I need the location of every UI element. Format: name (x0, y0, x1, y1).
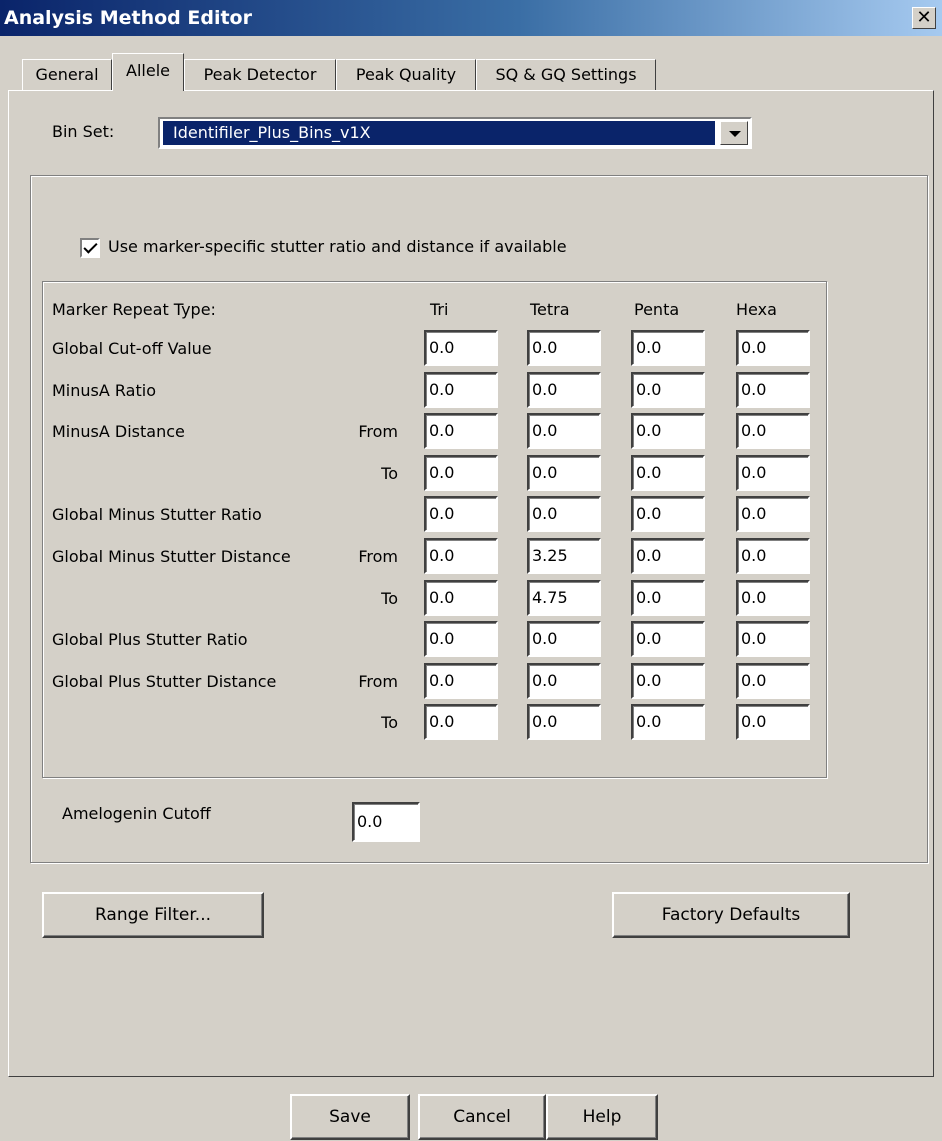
hexa-value-field[interactable]: 0.0 (736, 704, 810, 740)
column-header-penta: Penta (634, 300, 680, 319)
tetra-value-field[interactable]: 0.0 (527, 621, 601, 657)
row-sublabel: From (358, 422, 398, 441)
tetra-value-field[interactable]: 0.0 (527, 704, 601, 740)
tri-value-field[interactable]: 0.0 (424, 704, 498, 740)
tetra-value-field[interactable]: 0.0 (527, 413, 601, 449)
tetra-value-field[interactable]: 0.0 (527, 496, 601, 532)
chevron-down-icon[interactable] (720, 121, 748, 145)
row-sublabel: From (358, 547, 398, 566)
row-label: Global Plus Stutter Ratio (52, 630, 248, 649)
column-header-tetra: Tetra (530, 300, 570, 319)
marker-specific-stutter-checkbox[interactable] (80, 238, 100, 258)
hexa-value-field[interactable]: 0.0 (736, 413, 810, 449)
tri-value-field[interactable]: 0.0 (424, 455, 498, 491)
penta-value-field[interactable]: 0.0 (631, 455, 705, 491)
column-header-hexa: Hexa (736, 300, 777, 319)
marker-specific-stutter-label: Use marker-specific stutter ratio and di… (108, 237, 567, 256)
row-sublabel: To (381, 589, 398, 608)
penta-value-field[interactable]: 0.0 (631, 330, 705, 366)
tetra-value-field[interactable]: 0.0 (527, 663, 601, 699)
save-button[interactable]: Save (290, 1094, 410, 1140)
hexa-value-field[interactable]: 0.0 (736, 330, 810, 366)
window-title: Analysis Method Editor (4, 7, 252, 29)
tri-value-field[interactable]: 0.0 (424, 372, 498, 408)
tri-value-field[interactable]: 0.0 (424, 330, 498, 366)
penta-value-field[interactable]: 0.0 (631, 372, 705, 408)
marker-repeat-type-label: Marker Repeat Type: (52, 300, 216, 319)
tetra-value-field[interactable]: 0.0 (527, 455, 601, 491)
hexa-value-field[interactable]: 0.0 (736, 496, 810, 532)
amelogenin-cutoff-field[interactable]: 0.0 (352, 802, 420, 842)
hexa-value-field[interactable]: 0.0 (736, 538, 810, 574)
tab-allele[interactable]: Allele (112, 53, 184, 91)
tri-value-field[interactable]: 0.0 (424, 538, 498, 574)
close-button[interactable]: ✕ (912, 7, 936, 29)
bin-set-dropdown[interactable]: Identifiler_Plus_Bins_v1X (158, 117, 752, 149)
row-sublabel: To (381, 464, 398, 483)
row-label: MinusA Ratio (52, 381, 156, 400)
penta-value-field[interactable]: 0.0 (631, 413, 705, 449)
tri-value-field[interactable]: 0.0 (424, 621, 498, 657)
row-sublabel: From (358, 672, 398, 691)
bin-set-value: Identifiler_Plus_Bins_v1X (163, 121, 715, 145)
amelogenin-cutoff-label: Amelogenin Cutoff (62, 804, 211, 823)
tetra-value-field[interactable]: 3.25 (527, 538, 601, 574)
tetra-value-field[interactable]: 4.75 (527, 580, 601, 616)
hexa-value-field[interactable]: 0.0 (736, 372, 810, 408)
tab-peak-quality[interactable]: Peak Quality (336, 59, 476, 91)
penta-value-field[interactable]: 0.0 (631, 538, 705, 574)
cancel-button[interactable]: Cancel (418, 1094, 546, 1140)
penta-value-field[interactable]: 0.0 (631, 663, 705, 699)
row-label: MinusA Distance (52, 422, 185, 441)
tab-sq-gq-settings[interactable]: SQ & GQ Settings (476, 59, 656, 91)
bin-set-label: Bin Set: (52, 122, 115, 141)
penta-value-field[interactable]: 0.0 (631, 704, 705, 740)
row-sublabel: To (381, 713, 398, 732)
row-label: Global Minus Stutter Distance (52, 547, 291, 566)
tab-peak-detector[interactable]: Peak Detector (184, 59, 336, 91)
tri-value-field[interactable]: 0.0 (424, 580, 498, 616)
penta-value-field[interactable]: 0.0 (631, 496, 705, 532)
range-filter-button[interactable]: Range Filter... (42, 892, 264, 938)
row-label: Global Cut-off Value (52, 339, 212, 358)
hexa-value-field[interactable]: 0.0 (736, 663, 810, 699)
row-label: Global Minus Stutter Ratio (52, 505, 262, 524)
penta-value-field[interactable]: 0.0 (631, 621, 705, 657)
penta-value-field[interactable]: 0.0 (631, 580, 705, 616)
tri-value-field[interactable]: 0.0 (424, 663, 498, 699)
help-button[interactable]: Help (546, 1094, 658, 1140)
title-bar: Analysis Method Editor (0, 0, 942, 36)
factory-defaults-button[interactable]: Factory Defaults (612, 892, 850, 938)
tetra-value-field[interactable]: 0.0 (527, 372, 601, 408)
tab-general[interactable]: General (22, 59, 112, 91)
tetra-value-field[interactable]: 0.0 (527, 330, 601, 366)
tri-value-field[interactable]: 0.0 (424, 413, 498, 449)
hexa-value-field[interactable]: 0.0 (736, 621, 810, 657)
tri-value-field[interactable]: 0.0 (424, 496, 498, 532)
row-label: Global Plus Stutter Distance (52, 672, 277, 691)
column-header-tri: Tri (430, 300, 449, 319)
hexa-value-field[interactable]: 0.0 (736, 455, 810, 491)
hexa-value-field[interactable]: 0.0 (736, 580, 810, 616)
